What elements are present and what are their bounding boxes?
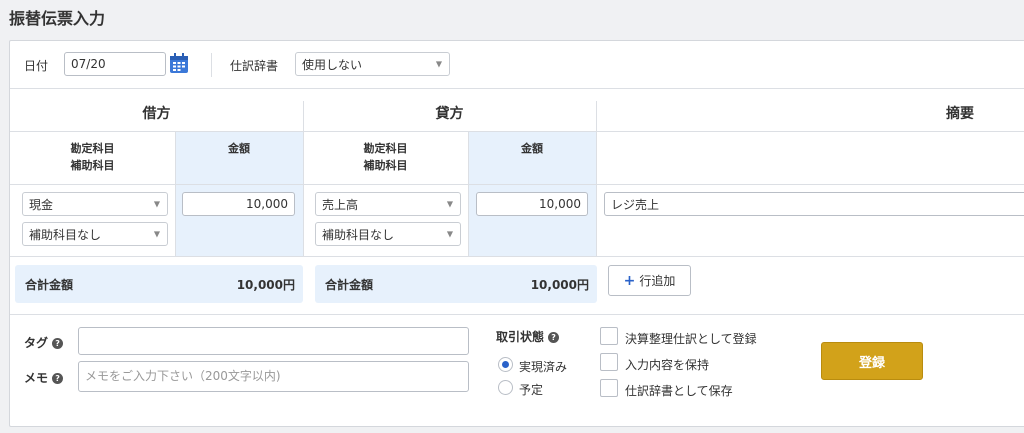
top-divider (211, 53, 212, 77)
top-separator (10, 88, 1024, 89)
help-icon[interactable]: ? (52, 373, 64, 384)
voucher-panel: 日付 仕訳辞書 使用しない ▼ 借方 貸方 摘要 勘定科目 補助科目 (9, 40, 1024, 427)
debit-total-label: 合計金額 (25, 277, 74, 292)
col-divider-1 (303, 101, 304, 256)
save-dictionary-label: 仕訳辞書として保存 (625, 384, 733, 398)
debit-total-value: 10,000円 (236, 277, 295, 292)
memo-col-heading: 摘要 (946, 106, 974, 122)
dictionary-select[interactable]: 使用しない ▼ (295, 52, 450, 76)
memo-col-input[interactable] (604, 192, 1024, 216)
credit-total-value: 10,000円 (530, 277, 589, 292)
credit-account-header: 勘定科目 補助科目 (363, 142, 408, 172)
bottom-separator (10, 314, 1024, 315)
memo-textarea[interactable] (78, 361, 469, 392)
debit-amount-header: 金額 (228, 142, 250, 155)
chevron-down-icon: ▼ (153, 199, 160, 209)
subheading-separator (10, 184, 1024, 185)
status-radio-planned[interactable] (498, 380, 513, 395)
debit-heading: 借方 (142, 106, 171, 122)
date-label: 日付 (24, 59, 49, 73)
status-radio-planned-label: 予定 (519, 383, 544, 397)
debit-account-select[interactable]: 現金 ▼ (22, 192, 168, 216)
closing-entry-checkbox[interactable] (600, 327, 618, 345)
keep-input-label: 入力内容を保持 (625, 358, 710, 372)
page-title: 振替伝票入力 (9, 9, 106, 28)
credit-account-select[interactable]: 売上高 ▼ (315, 192, 461, 216)
memo-label: メモ? (24, 369, 64, 386)
register-button[interactable]: 登録 (821, 342, 923, 380)
dictionary-label: 仕訳辞書 (230, 59, 279, 73)
chevron-down-icon: ▼ (446, 229, 453, 239)
status-radio-realized-label: 実現済み (519, 360, 568, 374)
entry-separator (10, 256, 1024, 257)
add-row-button[interactable]: + 行追加 (608, 265, 691, 296)
help-icon[interactable]: ? (52, 338, 64, 349)
credit-total-label: 合計金額 (325, 277, 374, 292)
dictionary-select-value: 使用しない (302, 57, 363, 72)
closing-entry-label: 決算整理仕訳として登録 (625, 332, 757, 346)
help-icon[interactable]: ? (548, 332, 560, 343)
chevron-down-icon: ▼ (435, 59, 442, 69)
col-divider-2 (596, 101, 597, 256)
chevron-down-icon: ▼ (446, 199, 453, 209)
debit-account-header: 勘定科目 補助科目 (70, 142, 115, 172)
save-dictionary-checkbox[interactable] (600, 379, 618, 397)
status-label: 取引状態? (496, 328, 560, 345)
debit-sub-account-select[interactable]: 補助科目なし ▼ (22, 222, 168, 246)
plus-icon: + (623, 272, 636, 289)
debit-amount-input[interactable] (182, 192, 295, 216)
tag-input[interactable] (78, 327, 469, 355)
debit-total-box: 合計金額 10,000円 (15, 265, 303, 303)
chevron-down-icon: ▼ (153, 229, 160, 239)
credit-amount-header: 金額 (521, 142, 543, 155)
calendar-icon[interactable] (169, 53, 189, 77)
credit-heading: 貸方 (435, 106, 464, 122)
keep-input-checkbox[interactable] (600, 353, 618, 371)
credit-sub-account-select[interactable]: 補助科目なし ▼ (315, 222, 461, 246)
tag-label: タグ? (24, 334, 64, 351)
status-radio-realized[interactable] (498, 357, 513, 372)
credit-amount-input[interactable] (476, 192, 588, 216)
credit-total-box: 合計金額 10,000円 (315, 265, 597, 303)
date-input[interactable] (64, 52, 166, 76)
